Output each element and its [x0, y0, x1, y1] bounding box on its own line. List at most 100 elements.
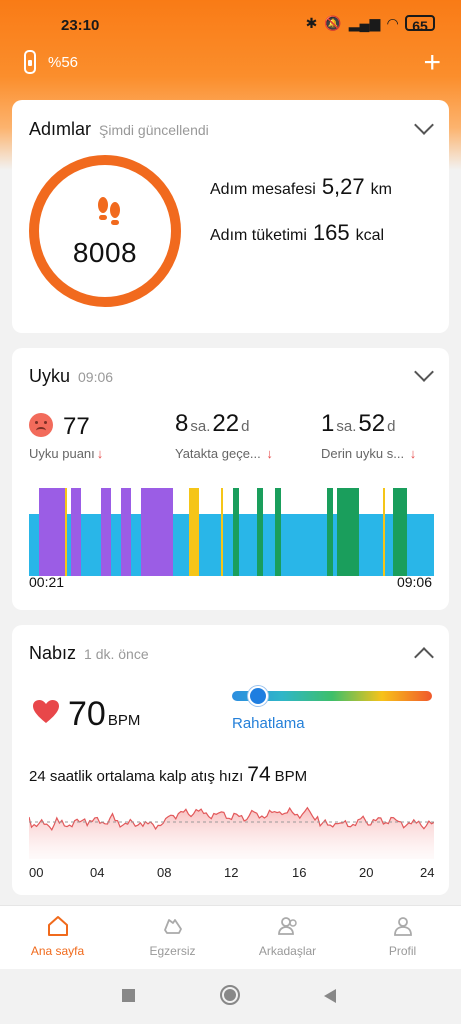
- heart-updated: 1 dk. önce: [84, 646, 149, 662]
- avg-label: 24 saatlik ortalama kalp atış hızı: [29, 768, 244, 785]
- hour-unit: sa.: [190, 418, 211, 435]
- current-heart-rate: 70 BPM: [32, 695, 140, 734]
- heart-rate-card[interactable]: Nabız 1 dk. önce 70 BPM Rahatlama 24 saat…: [12, 625, 449, 895]
- steps-card[interactable]: Adımlar Şimdi güncellendi 8008 Adım mesaf…: [12, 100, 449, 333]
- nav-profile-label: Profil: [388, 944, 417, 958]
- deep-hours: 1: [321, 410, 335, 437]
- bed-hours: 8: [175, 410, 189, 437]
- arrow-down-icon: ↓: [96, 446, 104, 461]
- distance-label: Adım mesafesi: [210, 181, 316, 198]
- profile-icon: [393, 917, 412, 936]
- footsteps-icon: [98, 197, 120, 225]
- sleep-rem-segment: [141, 488, 173, 576]
- sleep-awake-segment: [221, 488, 223, 576]
- arrow-down-icon: ↓: [262, 446, 273, 461]
- sleep-title: Uyku 09:06: [29, 366, 113, 387]
- heart-icon: [33, 700, 59, 723]
- shoe-icon: [163, 919, 182, 934]
- recent-apps-icon[interactable]: [121, 988, 137, 1004]
- sleep-awake-segment: [383, 488, 385, 576]
- deep-sleep: 1 sa. 52 d Derin uyku s... ↓: [321, 410, 416, 461]
- avg-unit: BPM: [274, 768, 308, 785]
- sleep-end-time: 09:06: [396, 574, 432, 590]
- steps-count: 8008: [72, 237, 138, 268]
- sleep-card[interactable]: Uyku 09:06 77 Uyku puanı ↓ 8 sa. 22 d Yatakta…: [12, 348, 449, 610]
- sleep-rem-segment: [71, 488, 81, 576]
- chevron-down-icon[interactable]: [414, 115, 434, 135]
- sleep-title-text: Uyku: [29, 366, 71, 386]
- deep-label: Derin uyku s...: [321, 446, 405, 461]
- sleep-deep-segment: [337, 488, 359, 576]
- sleep-awake-segment: [65, 488, 67, 576]
- signal-icon: ▂▄▆: [348, 15, 381, 31]
- home-circle-icon[interactable]: [219, 984, 241, 1006]
- step-distance: Adım mesafesi 5,27 km: [210, 174, 392, 200]
- hour-unit: sa.: [336, 418, 357, 435]
- mute-bell-icon: 🔕: [324, 15, 342, 31]
- heart-title-text: Nabız: [29, 643, 77, 663]
- x-tick: 00: [29, 865, 44, 880]
- heart-rate-area: [29, 807, 434, 859]
- heart-chart-x-axis: 00 04 08 12 16 20 24: [29, 865, 434, 881]
- x-tick: 20: [359, 865, 374, 880]
- band-status[interactable]: %56: [24, 50, 78, 74]
- nav-profile[interactable]: Profil: [345, 914, 460, 958]
- steps-ring: 8008: [29, 155, 181, 307]
- battery-icon: 65: [405, 15, 435, 34]
- sleep-metrics: 77 Uyku puanı ↓ 8 sa. 22 d Yatakta geçe... ↓…: [29, 410, 434, 470]
- nav-home[interactable]: Ana sayfa: [0, 914, 115, 958]
- deep-minutes: 52: [358, 410, 386, 437]
- status-icons: ✱ 🔕 ▂▄▆ ◠ 65: [305, 14, 435, 34]
- distance-unit: km: [370, 181, 392, 198]
- sleep-start-time: 00:21: [29, 574, 65, 590]
- chevron-up-icon[interactable]: [414, 647, 434, 667]
- distance-value: 5,27: [321, 174, 365, 199]
- band-battery: %56: [48, 53, 79, 71]
- sleep-deep-segment: [257, 488, 263, 576]
- steps-updated: Şimdi güncellendi: [99, 122, 209, 138]
- x-tick: 08: [157, 865, 172, 880]
- x-tick: 04: [90, 865, 105, 880]
- bpm-unit: BPM: [107, 712, 141, 729]
- nav-friends-label: Arkadaşlar: [258, 944, 317, 958]
- sleep-awake-segment: [189, 488, 199, 576]
- sleep-rem-segment: [121, 488, 131, 576]
- sleep-score-value: 77: [63, 413, 90, 440]
- nav-exercise-label: Egzersiz: [149, 944, 196, 958]
- bottom-navigation: Ana sayfa Egzersiz Arkadaşlar Profil: [0, 905, 461, 969]
- bed-minutes: 22: [212, 410, 240, 437]
- nav-friends[interactable]: Arkadaşlar: [230, 914, 345, 958]
- sleep-deep-segment: [393, 488, 407, 576]
- calories-value: 165: [312, 220, 350, 245]
- sleep-time-subtitle: 09:06: [78, 369, 114, 385]
- add-button[interactable]: +: [423, 48, 441, 78]
- calories-label: Adım tüketimi: [210, 227, 307, 244]
- calories-unit: kcal: [355, 227, 385, 244]
- band-icon: [24, 50, 36, 74]
- heart-title: Nabız 1 dk. önce: [29, 643, 149, 664]
- sleep-stage-chart[interactable]: [29, 488, 434, 576]
- status-time: 23:10: [61, 17, 100, 34]
- nav-exercise[interactable]: Egzersiz: [115, 914, 230, 958]
- minute-unit: d: [241, 418, 250, 435]
- chevron-down-icon[interactable]: [414, 362, 434, 382]
- sleep-deep-segment: [233, 488, 239, 576]
- sleep-deep-segment: [327, 488, 333, 576]
- time-in-bed: 8 sa. 22 d Yatakta geçe... ↓: [175, 410, 273, 461]
- bluetooth-icon: ✱: [305, 15, 318, 31]
- step-calories: Adım tüketimi 165 kcal: [210, 220, 384, 246]
- avg-value: 74: [247, 763, 271, 786]
- x-tick: 24: [420, 865, 435, 880]
- sad-face-icon: [29, 413, 53, 437]
- x-tick: 16: [292, 865, 307, 880]
- status-bar: 23:10 ✱ 🔕 ▂▄▆ ◠ 65: [0, 0, 461, 50]
- wifi-icon: ◠: [387, 15, 398, 31]
- heart-rate-chart[interactable]: [29, 797, 434, 859]
- system-navigation-bar: [0, 969, 461, 1024]
- back-triangle-icon[interactable]: [322, 988, 338, 1004]
- average-heart-rate: 24 saatlik ortalama kalp atış hızı 74 BPM: [29, 763, 307, 787]
- x-tick: 12: [224, 865, 239, 880]
- nav-home-label: Ana sayfa: [30, 944, 85, 958]
- home-icon: [47, 916, 68, 936]
- bpm-value: 70: [68, 695, 106, 733]
